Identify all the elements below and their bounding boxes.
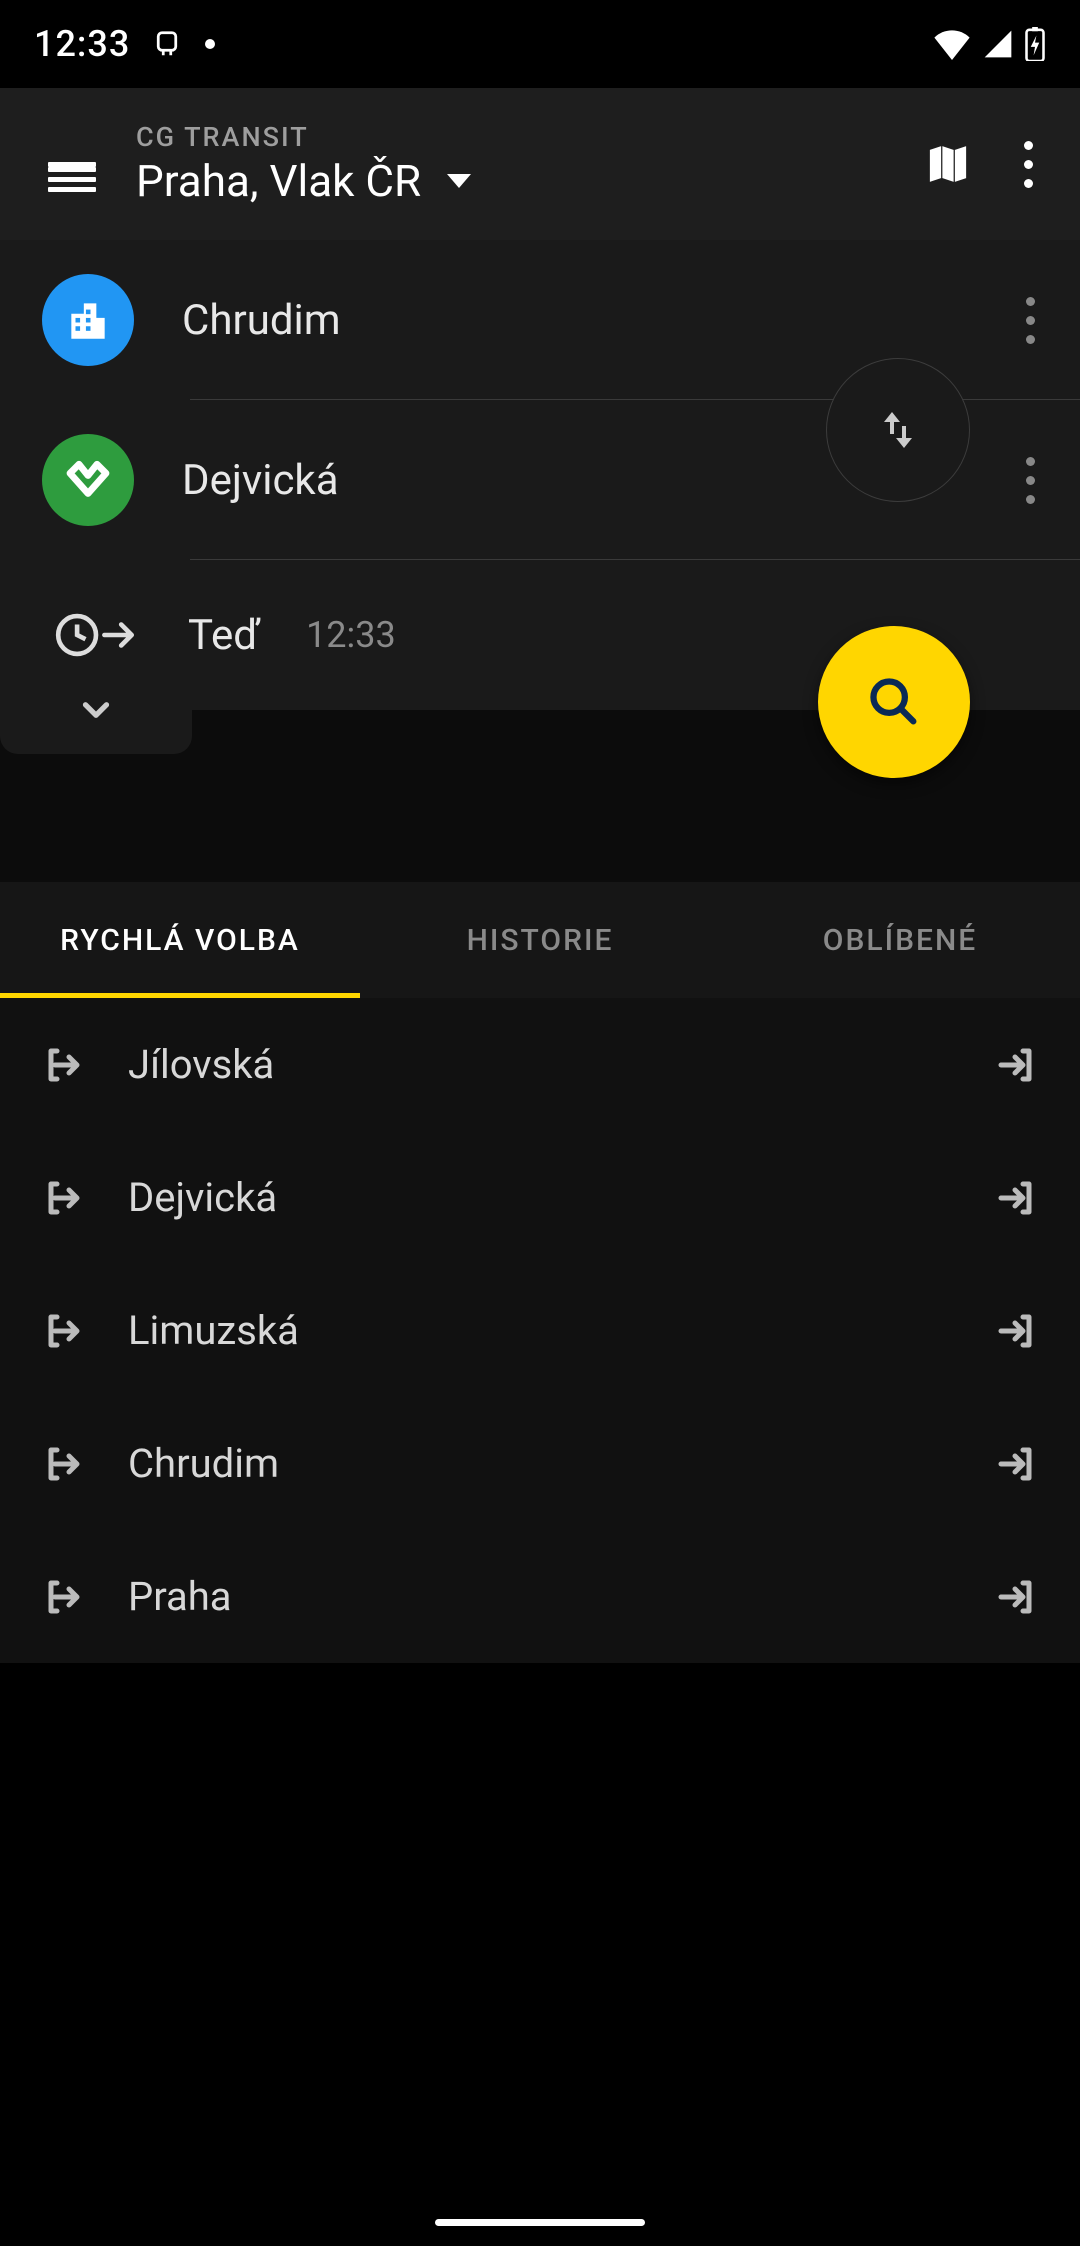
list-item-label: Limuzská [128,1307,988,1354]
quick-list: Jílovská Dejvická Limuzská Chrudim Praha [0,998,1080,1663]
hamburger-icon [48,162,96,167]
clock-arrow-icon [54,608,138,662]
to-options-button[interactable] [990,440,1070,520]
wifi-icon [932,28,972,60]
list-item-label: Chrudim [128,1440,988,1487]
navigation-bar [0,2198,1080,2246]
arrive-icon[interactable] [988,1307,1046,1355]
time-label: Teď [188,611,260,660]
list-item[interactable]: Dejvická [0,1131,1080,1264]
more-vert-icon [1026,297,1035,344]
to-metro-icon [42,434,134,526]
depart-icon [34,1174,92,1222]
chevron-down-icon [75,689,117,731]
home-handle[interactable] [435,2219,645,2226]
more-vert-icon [1024,141,1033,188]
status-app-icon [152,29,182,59]
list-item-label: Praha [128,1573,988,1620]
battery-icon [1024,27,1046,61]
search-icon [865,673,923,731]
search-button[interactable] [818,626,970,778]
arrive-icon[interactable] [988,1440,1046,1488]
map-button[interactable] [908,124,988,204]
list-item[interactable]: Chrudim [0,1397,1080,1530]
more-vert-icon [1026,457,1035,504]
region-label: Praha, Vlak ČR [136,155,421,207]
app-name-label: CG TRANSIT [136,121,908,153]
arrive-icon[interactable] [988,1174,1046,1222]
swap-button[interactable] [826,358,970,502]
tab-quick[interactable]: RYCHLÁ VOLBA [0,882,360,998]
swap-vert-icon [874,406,922,454]
status-clock: 12:33 [34,23,130,65]
list-item-label: Jílovská [128,1041,988,1088]
depart-icon [34,1307,92,1355]
overflow-menu-button[interactable] [988,124,1068,204]
list-item[interactable]: Jílovská [0,998,1080,1131]
tab-bar: RYCHLÁ VOLBA HISTORIE OBLÍBENÉ [0,882,1080,998]
tab-favorites[interactable]: OBLÍBENÉ [720,882,1080,998]
menu-button[interactable] [36,128,108,200]
region-selector[interactable]: CG TRANSIT Praha, Vlak ČR [136,121,908,207]
status-dot-icon [204,38,216,50]
from-city-icon [42,274,134,366]
tab-indicator [0,993,360,998]
arrive-icon[interactable] [988,1041,1046,1089]
list-item[interactable]: Praha [0,1530,1080,1663]
map-icon [923,139,973,189]
depart-icon [34,1041,92,1089]
app-bar: CG TRANSIT Praha, Vlak ČR [0,88,1080,240]
time-value: 12:33 [306,614,396,656]
arrive-icon[interactable] [988,1573,1046,1621]
list-item-label: Dejvická [128,1174,988,1221]
from-value: Chrudim [182,296,990,345]
status-bar: 12:33 [0,0,1080,88]
search-panel: Chrudim Dejvická Teď 12:33 [0,240,1080,710]
cell-signal-icon [982,28,1014,60]
dropdown-icon [447,174,471,188]
list-item[interactable]: Limuzská [0,1264,1080,1397]
tab-history[interactable]: HISTORIE [360,882,720,998]
depart-icon [34,1440,92,1488]
from-options-button[interactable] [990,280,1070,360]
expand-options-button[interactable] [0,666,192,754]
depart-icon [34,1573,92,1621]
